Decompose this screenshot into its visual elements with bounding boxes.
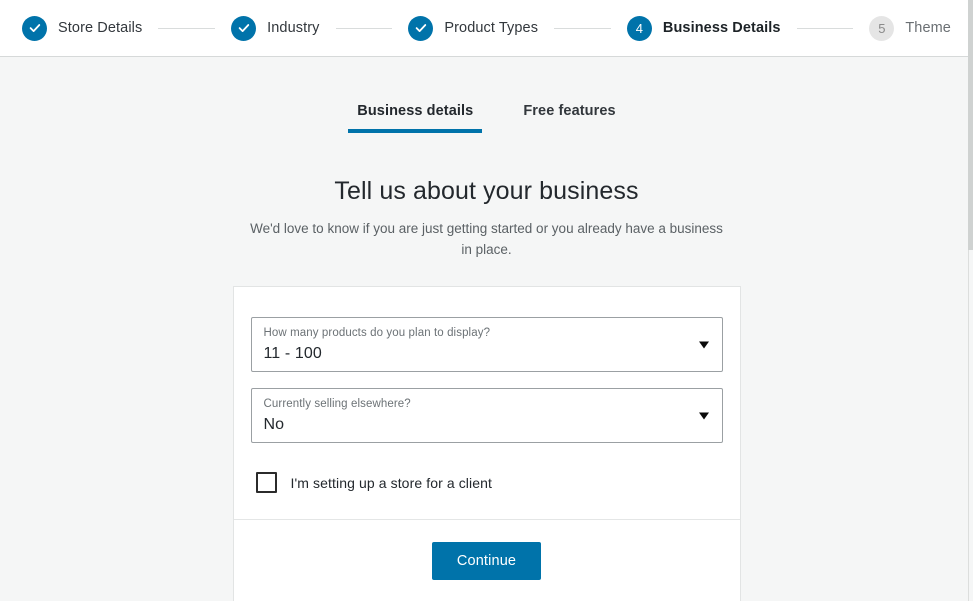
- page-subtitle: We'd love to know if you are just gettin…: [250, 221, 723, 257]
- step-connector: [796, 27, 854, 29]
- continue-button[interactable]: Continue: [431, 542, 542, 580]
- product-count-select[interactable]: How many products do you plan to display…: [250, 317, 723, 372]
- check-icon: [231, 15, 257, 41]
- page-title: Tell us about your business: [334, 177, 639, 205]
- step-label: Industry: [267, 20, 320, 36]
- step-number-badge: 4: [626, 15, 652, 41]
- progress-stepper: Store Details Industry Product Types 4 B…: [0, 0, 973, 57]
- step-label: Product Types: [444, 20, 539, 36]
- step-product-types[interactable]: Product Types: [408, 15, 539, 41]
- check-icon: [408, 15, 434, 41]
- step-label: Store Details: [58, 20, 143, 36]
- main-content: Business details Free features Tell us a…: [0, 57, 973, 601]
- step-business-details[interactable]: 4 Business Details: [626, 15, 781, 41]
- product-count-label: How many products do you plan to display…: [263, 327, 491, 339]
- check-icon: [22, 15, 47, 41]
- selling-elsewhere-value: No: [263, 416, 285, 433]
- step-connector: [158, 27, 216, 29]
- selling-elsewhere-select[interactable]: Currently selling elsewhere? No: [250, 388, 723, 443]
- step-theme[interactable]: 5 Theme: [869, 15, 951, 41]
- step-connector: [554, 27, 611, 29]
- step-number-badge: 5: [869, 15, 895, 41]
- chevron-down-icon: [698, 341, 709, 348]
- chevron-down-icon: [698, 412, 709, 419]
- client-store-checkbox-row[interactable]: I'm setting up a store for a client: [251, 472, 723, 493]
- card-body: How many products do you plan to display…: [234, 287, 740, 519]
- step-label: Theme: [905, 20, 951, 36]
- page-scrollbar-thumb[interactable]: [968, 0, 973, 250]
- business-details-card: How many products do you plan to display…: [232, 286, 741, 601]
- product-count-value: 11 - 100: [263, 345, 322, 362]
- tab-business-details[interactable]: Business details: [348, 103, 483, 133]
- page-scrollbar-track[interactable]: [968, 0, 973, 601]
- step-industry[interactable]: Industry: [231, 15, 320, 41]
- step-connector: [335, 27, 393, 29]
- client-store-checkbox-label: I'm setting up a store for a client: [290, 474, 492, 491]
- tab-bar: Business details Free features: [0, 103, 973, 133]
- onboarding-wizard-page: Store Details Industry Product Types 4 B…: [0, 0, 973, 601]
- step-label: Business Details: [662, 20, 781, 36]
- step-store-details[interactable]: Store Details: [22, 15, 143, 41]
- selling-elsewhere-label: Currently selling elsewhere?: [263, 398, 411, 410]
- client-store-checkbox[interactable]: [255, 472, 277, 493]
- tab-free-features[interactable]: Free features: [514, 103, 624, 133]
- card-footer: Continue: [233, 519, 740, 601]
